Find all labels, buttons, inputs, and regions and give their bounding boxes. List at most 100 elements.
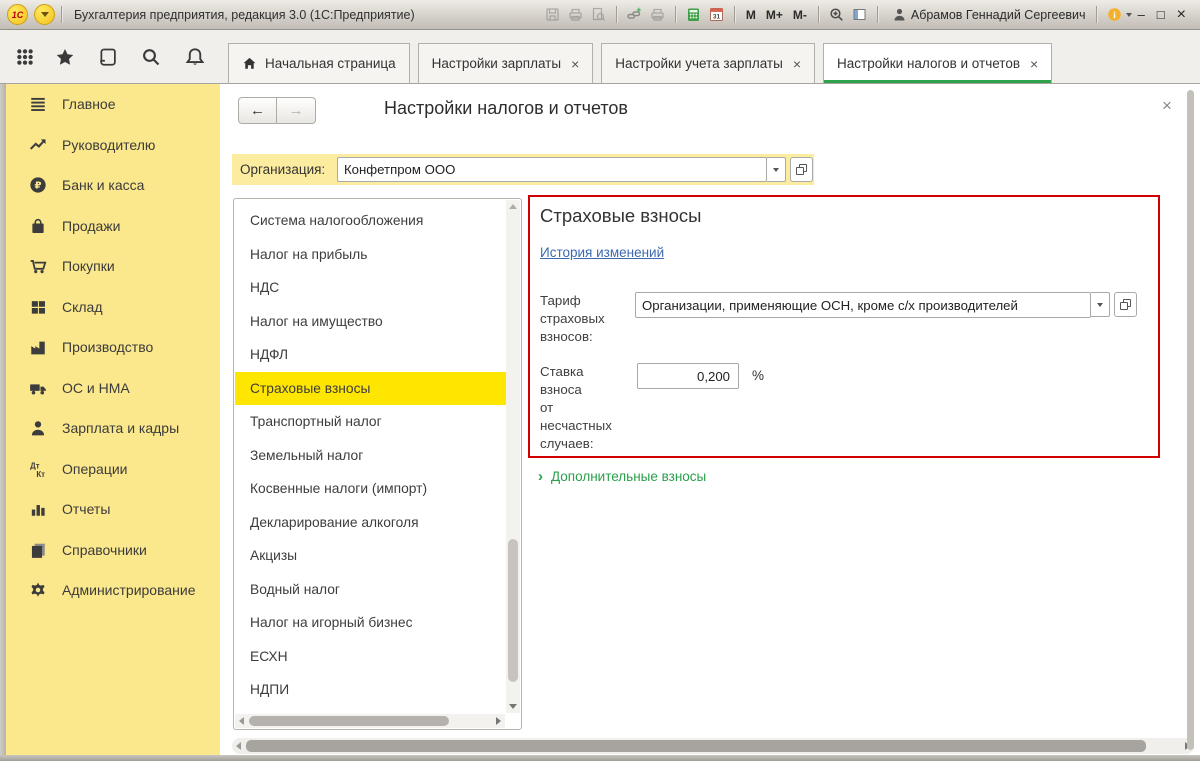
onec-logo[interactable]: 1С (7, 4, 28, 25)
quick-print-icon[interactable] (649, 6, 666, 23)
section-item[interactable]: Транспортный налог (235, 405, 506, 439)
sidebar-item-warehouse[interactable]: Склад (6, 287, 220, 328)
section-item[interactable]: Акцизы (235, 539, 506, 573)
scroll-left-icon[interactable] (236, 742, 241, 750)
organization-open-list-button[interactable] (790, 157, 813, 182)
memory-minus-button[interactable]: M- (793, 8, 807, 22)
main-menu-button[interactable] (34, 4, 55, 25)
window-close-button[interactable]: × (1177, 6, 1186, 23)
scroll-up-icon[interactable] (509, 204, 517, 209)
sidebar-item-label: Производство (62, 339, 154, 356)
section-item[interactable]: Декларирование алкоголя (235, 506, 506, 540)
organization-input[interactable] (337, 157, 767, 182)
section-item[interactable]: ЕСХН (235, 640, 506, 674)
sidebar-item-production[interactable]: Производство (6, 327, 220, 368)
zoom-icon[interactable] (828, 6, 845, 23)
section-item[interactable]: Налог на игорный бизнес (235, 606, 506, 640)
section-item[interactable]: Косвенные налоги (импорт) (235, 472, 506, 506)
maximize-button[interactable]: □ (1157, 8, 1165, 21)
search-icon[interactable] (140, 46, 162, 68)
sidebar-item-operations[interactable]: Дт Кт Операции (6, 449, 220, 490)
info-icon[interactable]: i (1106, 6, 1123, 23)
history-icon[interactable] (97, 46, 119, 68)
section-item[interactable]: Система налогообложения (235, 204, 506, 238)
scrollbar-thumb[interactable] (508, 538, 518, 683)
tab-close-icon[interactable]: × (1030, 57, 1038, 71)
scroll-down-icon[interactable] (509, 704, 517, 709)
chevron-down-icon (40, 12, 49, 17)
notifications-bell-icon[interactable] (184, 46, 206, 68)
scrollbar-thumb[interactable] (249, 716, 449, 726)
list-vertical-scrollbar[interactable] (506, 200, 520, 713)
sidebar-item-directories[interactable]: Справочники (6, 530, 220, 571)
tab-salary-accounting-settings[interactable]: Настройки учета зарплаты × (601, 43, 816, 83)
history-link[interactable]: История изменений (540, 245, 664, 260)
scroll-right-icon[interactable] (496, 717, 501, 725)
divider (61, 6, 62, 23)
cart-icon (28, 256, 48, 276)
additional-contributions-link[interactable]: › Дополнительные взносы (538, 468, 706, 485)
sidebar-item-bank-cash[interactable]: ₽ Банк и касса (6, 165, 220, 206)
tab-home[interactable]: Начальная страница (228, 43, 410, 83)
section-item[interactable]: НДПИ (235, 673, 506, 707)
memory-plus-button[interactable]: M+ (766, 8, 783, 22)
favorites-star-icon[interactable] (54, 46, 76, 68)
window-edge (0, 755, 1200, 761)
sidebar-item-fixed-assets[interactable]: ОС и НМА (6, 368, 220, 409)
section-item[interactable]: Налог на имущество (235, 305, 506, 339)
tab-taxes-reports-settings[interactable]: Настройки налогов и отчетов × (823, 43, 1053, 83)
sidebar-item-reports[interactable]: Отчеты (6, 489, 220, 530)
books-icon (28, 540, 48, 560)
sidebar-item-manager[interactable]: Руководителю (6, 125, 220, 166)
page-close-icon[interactable]: × (1162, 96, 1172, 116)
print-icon[interactable] (567, 6, 584, 23)
tab-label: Настройки зарплаты (431, 56, 562, 71)
tab-bar: Начальная страница Настройки зарплаты × … (0, 30, 1200, 84)
apps-grid-icon[interactable] (14, 46, 36, 68)
section-item[interactable]: Водный налог (235, 573, 506, 607)
list-horizontal-scrollbar[interactable] (235, 714, 505, 728)
svg-text:₽: ₽ (34, 181, 41, 192)
chevron-down-icon (773, 167, 779, 172)
sidebar-item-label: Банк и касса (62, 177, 145, 194)
section-item[interactable]: НДС (235, 271, 506, 305)
tariff-open-list-button[interactable] (1114, 292, 1137, 317)
calculator-icon[interactable] (685, 6, 702, 23)
current-user[interactable]: Абрамов Геннадий Сергеевич (888, 6, 1086, 23)
tab-salary-settings[interactable]: Настройки зарплаты × (417, 43, 594, 83)
tariff-dropdown-button[interactable] (1091, 292, 1110, 317)
sidebar-item-main[interactable]: Главное (6, 84, 220, 125)
section-item[interactable]: Земельный налог (235, 439, 506, 473)
back-button[interactable]: ← (238, 97, 277, 124)
print-preview-icon[interactable] (590, 6, 607, 23)
memory-recall-button[interactable]: M (746, 8, 756, 22)
scrollbar-thumb[interactable] (246, 740, 1146, 752)
calendar-icon[interactable]: 31 (708, 6, 725, 23)
save-icon[interactable] (544, 6, 561, 23)
person-icon (28, 418, 48, 438)
minimize-button[interactable]: – (1138, 8, 1145, 21)
organization-dropdown-button[interactable] (767, 157, 786, 182)
sidebar-item-administration[interactable]: Администрирование (6, 570, 220, 611)
tariff-input[interactable] (635, 292, 1091, 318)
dtkt-icon: Дт Кт (28, 459, 48, 479)
sidebar-item-sales[interactable]: Продажи (6, 206, 220, 247)
content-horizontal-scrollbar[interactable] (232, 738, 1194, 754)
barchart-icon (28, 499, 48, 519)
content-vertical-scrollbar[interactable] (1187, 90, 1194, 750)
scroll-left-icon[interactable] (239, 717, 244, 725)
section-item-selected[interactable]: Страховые взносы (235, 371, 506, 405)
forward-button[interactable]: → (277, 97, 316, 124)
section-item[interactable]: НДФЛ (235, 338, 506, 372)
chevron-down-icon[interactable] (1125, 12, 1132, 17)
sidebar-item-purchases[interactable]: Покупки (6, 246, 220, 287)
sidebar-item-salary-hr[interactable]: Зарплата и кадры (6, 408, 220, 449)
tab-close-icon[interactable]: × (571, 57, 579, 71)
insurance-contributions-panel: Страховые взносы История изменений Тариф… (528, 195, 1160, 458)
svg-text:+: + (636, 7, 641, 15)
get-link-icon[interactable]: + (626, 6, 643, 23)
section-item[interactable]: Налог на прибыль (235, 238, 506, 272)
accident-rate-input[interactable] (637, 363, 739, 389)
panels-icon[interactable] (851, 6, 868, 23)
tab-close-icon[interactable]: × (793, 57, 801, 71)
